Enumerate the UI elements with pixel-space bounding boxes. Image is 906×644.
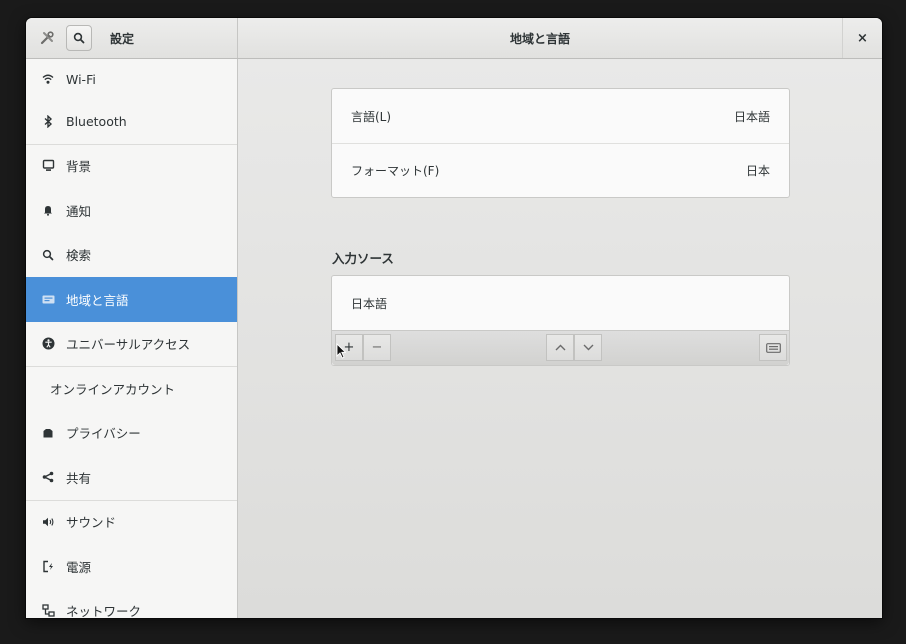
region-panel: 言語(L) 日本語 フォーマット(F) 日本 入力ソース 日本語 + − [238, 59, 882, 618]
move-up-button[interactable] [546, 334, 574, 361]
language-value: 日本語 [733, 109, 770, 124]
sidebar-item-sharing[interactable]: 共有 [26, 455, 237, 500]
bell-icon [40, 202, 56, 218]
sidebar-item-label: 検索 [66, 248, 92, 264]
keyboard-icon [765, 342, 781, 353]
header-bar: 設定 地域と言語 × [26, 18, 882, 59]
sidebar-item-label: 地域と言語 [66, 292, 129, 308]
app-title: 設定 [110, 31, 135, 46]
sidebar: Wi-Fi Bluetooth 背景 通知 検索 地域と言語 ユニバーサルアクセ… [26, 59, 238, 618]
format-value: 日本 [745, 164, 770, 178]
language-label: 言語(L) [351, 109, 392, 124]
power-icon [40, 558, 56, 574]
sidebar-item-label: サウンド [66, 515, 117, 531]
sidebar-item-label: 電源 [66, 559, 92, 575]
sidebar-item-label: プライバシー [66, 426, 141, 442]
search-icon [73, 32, 85, 44]
page-title: 地域と言語 [509, 31, 570, 46]
network-icon [40, 603, 56, 618]
sidebar-item-bluetooth[interactable]: Bluetooth [26, 99, 237, 144]
sidebar-item-label: オンラインアカウント [50, 381, 176, 397]
sidebar-item-label: ネットワーク [66, 604, 142, 618]
accessibility-icon [40, 336, 56, 352]
header-right: × [842, 18, 882, 58]
format-row[interactable]: フォーマット(F) 日本 [332, 143, 789, 197]
header-left: 設定 [26, 18, 238, 58]
sidebar-item-label: Wi-Fi [66, 71, 96, 87]
chevron-down-icon [583, 344, 593, 351]
sidebar-item-sound[interactable]: サウンド [26, 499, 237, 545]
sidebar-item-online-accounts[interactable]: オンラインアカウント [26, 366, 237, 411]
move-down-button[interactable] [574, 334, 602, 361]
share-icon [40, 469, 56, 485]
search-icon [40, 247, 56, 263]
settings-window: 設定 地域と言語 × Wi-Fi Bluetooth 背景 通知 検索 地域と言… [26, 18, 882, 618]
sidebar-item-network[interactable]: ネットワーク [26, 589, 237, 618]
language-format-card: 言語(L) 日本語 フォーマット(F) 日本 [331, 88, 790, 198]
sidebar-item-privacy[interactable]: プライバシー [26, 411, 237, 456]
sidebar-item-background[interactable]: 背景 [26, 143, 237, 189]
sidebar-item-label: 通知 [66, 203, 92, 219]
speaker-icon [40, 514, 56, 530]
sidebar-item-search[interactable]: 検索 [26, 233, 237, 278]
input-source-item[interactable]: 日本語 [332, 276, 789, 330]
input-sources-toolbar: + − [332, 330, 789, 365]
sidebar-item-label: ユニバーサルアクセス [66, 337, 191, 353]
keyboard-layout-button[interactable] [759, 334, 787, 361]
region-icon [40, 291, 56, 307]
input-sources-title: 入力ソース [332, 251, 394, 266]
sidebar-item-region[interactable]: 地域と言語 [26, 277, 237, 322]
mouse-cursor-icon [336, 343, 346, 359]
background-icon [40, 158, 56, 174]
sidebar-item-wifi[interactable]: Wi-Fi [26, 59, 237, 99]
sidebar-item-label: Bluetooth [66, 113, 127, 129]
input-sources-card: 日本語 + − [331, 275, 790, 366]
sidebar-item-label: 背景 [66, 159, 92, 175]
privacy-icon [40, 425, 56, 441]
close-icon[interactable]: × [857, 31, 868, 46]
wifi-icon [40, 71, 56, 87]
tools-icon [36, 27, 58, 49]
remove-input-source-button[interactable]: − [363, 334, 391, 361]
format-label: フォーマット(F) [351, 164, 440, 178]
language-row[interactable]: 言語(L) 日本語 [332, 89, 789, 143]
sidebar-item-notifications[interactable]: 通知 [26, 188, 237, 233]
sidebar-item-power[interactable]: 電源 [26, 544, 237, 589]
input-source-label: 日本語 [351, 296, 388, 311]
chevron-up-icon [555, 344, 565, 351]
bluetooth-icon [40, 113, 56, 129]
sidebar-item-universal-access[interactable]: ユニバーサルアクセス [26, 322, 237, 367]
search-toggle-button[interactable] [66, 25, 92, 51]
sidebar-item-label: 共有 [66, 470, 92, 486]
